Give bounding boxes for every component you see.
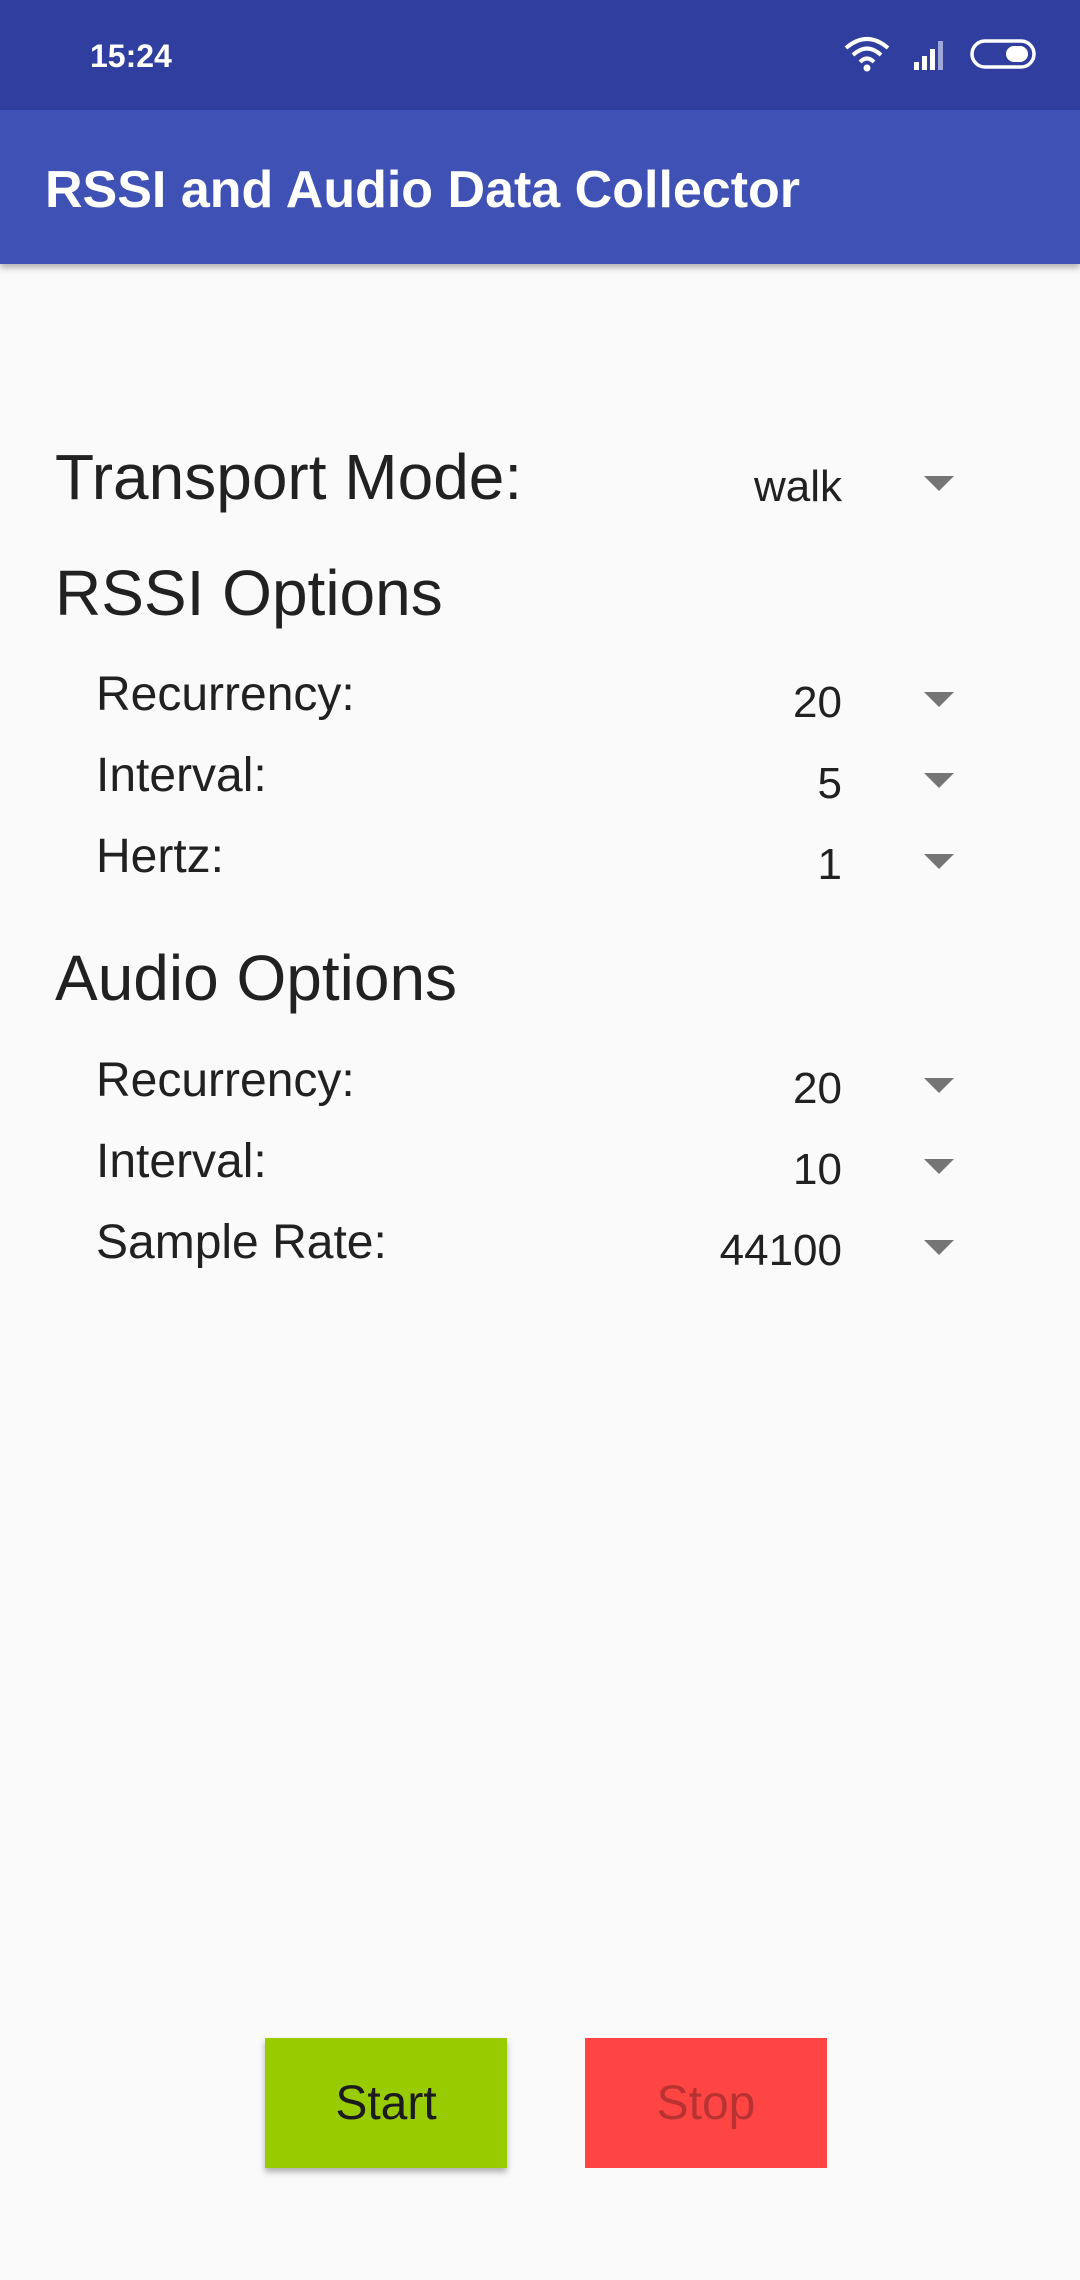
status-bar: 15:24	[0, 0, 1080, 110]
signal-icon	[912, 38, 948, 75]
start-button[interactable]: Start	[265, 2038, 507, 2168]
audio-recurrency-spinner[interactable]: 20	[700, 1050, 960, 1120]
audio-sample-rate-value: 44100	[719, 1226, 842, 1275]
dropdown-arrow-icon	[924, 854, 954, 869]
dropdown-arrow-icon	[924, 1078, 954, 1093]
wifi-icon	[844, 36, 890, 77]
app-bar: RSSI and Audio Data Collector	[0, 110, 1080, 264]
rssi-hertz-label: Hertz:	[96, 830, 225, 883]
audio-recurrency-label: Recurrency:	[96, 1054, 355, 1107]
rssi-recurrency-label: Recurrency:	[96, 668, 355, 721]
dropdown-arrow-icon	[924, 1159, 954, 1174]
rssi-hertz-value: 1	[817, 840, 842, 889]
stop-button[interactable]: Stop	[585, 2038, 827, 2168]
rssi-options-heading: RSSI Options	[55, 557, 443, 629]
audio-interval-value: 10	[793, 1145, 842, 1194]
dropdown-arrow-icon	[924, 1240, 954, 1255]
dropdown-arrow-icon	[924, 773, 954, 788]
app-title: RSSI and Audio Data Collector	[45, 161, 801, 219]
audio-sample-rate-spinner[interactable]: 44100	[700, 1212, 960, 1282]
audio-interval-label: Interval:	[96, 1135, 267, 1188]
transport-mode-value: walk	[753, 462, 842, 511]
status-icons	[844, 36, 1040, 76]
status-time: 15:24	[90, 38, 172, 74]
audio-options-heading: Audio Options	[55, 942, 458, 1014]
dropdown-arrow-icon	[924, 476, 954, 491]
rssi-recurrency-spinner[interactable]: 20	[700, 664, 960, 734]
rssi-recurrency-value: 20	[793, 678, 842, 727]
audio-recurrency-value: 20	[793, 1064, 842, 1113]
dropdown-arrow-icon	[924, 692, 954, 707]
rssi-interval-spinner[interactable]: 5	[700, 745, 960, 815]
transport-mode-label: Transport Mode:	[55, 441, 523, 513]
rssi-interval-label: Interval:	[96, 749, 267, 802]
audio-sample-rate-label: Sample Rate:	[96, 1216, 387, 1269]
audio-interval-spinner[interactable]: 10	[700, 1131, 960, 1201]
rssi-interval-value: 5	[817, 759, 842, 808]
transport-mode-spinner[interactable]: walk	[700, 448, 960, 518]
battery-icon	[970, 38, 1040, 75]
rssi-hertz-spinner[interactable]: 1	[700, 826, 960, 896]
